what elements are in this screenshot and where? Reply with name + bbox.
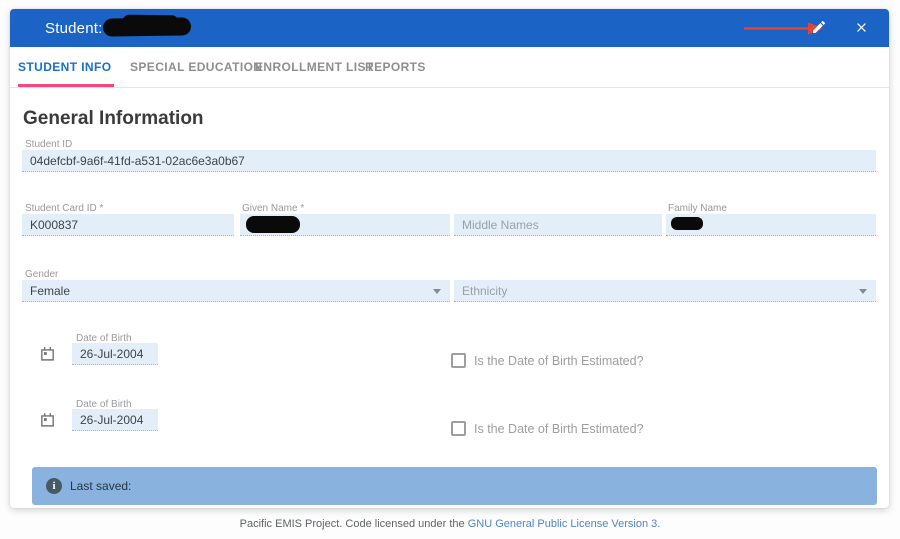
gpl-license-link[interactable]: GNU General Public License Version 3.: [468, 518, 661, 530]
datepicker-toggle[interactable]: [39, 345, 56, 362]
dob-estimated-checkbox[interactable]: [451, 353, 466, 368]
redaction-blob: [671, 217, 703, 230]
tab-reports[interactable]: REPORTS: [365, 47, 426, 87]
ethnicity-select[interactable]: Ethnicity: [454, 280, 876, 302]
tab-bar: STUDENT INFO SPECIAL EDUCATION ENROLLMEN…: [10, 47, 889, 88]
chevron-down-icon: [859, 289, 867, 294]
redaction-blob: [103, 17, 191, 36]
active-tab-underline: [18, 84, 114, 87]
dialog-header: Student:: [10, 9, 889, 47]
calendar-icon: [39, 350, 56, 365]
student-dialog: Student: STUDENT INFO SPECIAL EDUCATION …: [10, 9, 889, 508]
tab-student-info[interactable]: STUDENT INFO: [18, 47, 111, 87]
dob-estimated-checkbox[interactable]: [451, 421, 466, 436]
dob-estimated-label: Is the Date of Birth Estimated?: [474, 354, 644, 368]
gender-select[interactable]: Female: [22, 280, 450, 302]
dob-field[interactable]: [72, 343, 158, 365]
tab-enrollment-list[interactable]: ENROLLMENT LIST: [255, 47, 374, 87]
given-name-label: Given Name *: [242, 203, 304, 214]
student-id-label: Student ID: [25, 139, 72, 150]
student-card-id-field[interactable]: [22, 214, 234, 236]
last-saved-banner: i Last saved:: [32, 467, 877, 505]
datepicker-toggle[interactable]: [39, 411, 56, 428]
calendar-icon: [39, 416, 56, 431]
info-icon: i: [46, 478, 62, 494]
section-title: General Information: [23, 108, 204, 130]
tab-special-education[interactable]: SPECIAL EDUCATION: [130, 47, 262, 87]
dob-field[interactable]: [72, 409, 158, 431]
chevron-down-icon: [433, 289, 441, 294]
student-id-field[interactable]: [22, 150, 876, 172]
ethnicity-placeholder: Ethnicity: [462, 284, 507, 298]
edit-button[interactable]: [806, 16, 832, 41]
dob-estimated-label: Is the Date of Birth Estimated?: [474, 422, 644, 436]
middle-names-field[interactable]: [454, 214, 662, 236]
gender-value: Female: [30, 284, 70, 298]
footer-text: Pacific EMIS Project. Code licensed unde…: [240, 518, 468, 530]
pencil-icon: [811, 19, 827, 38]
student-card-id-label: Student Card ID *: [25, 203, 103, 214]
close-button[interactable]: [848, 16, 874, 41]
family-name-label: Family Name: [668, 203, 727, 214]
redaction-blob: [246, 216, 300, 233]
close-icon: [854, 20, 869, 38]
page-footer: Pacific EMIS Project. Code licensed unde…: [0, 518, 900, 530]
last-saved-text: Last saved:: [70, 479, 131, 493]
dialog-title: Student:: [45, 20, 102, 37]
gender-label: Gender: [25, 269, 58, 280]
